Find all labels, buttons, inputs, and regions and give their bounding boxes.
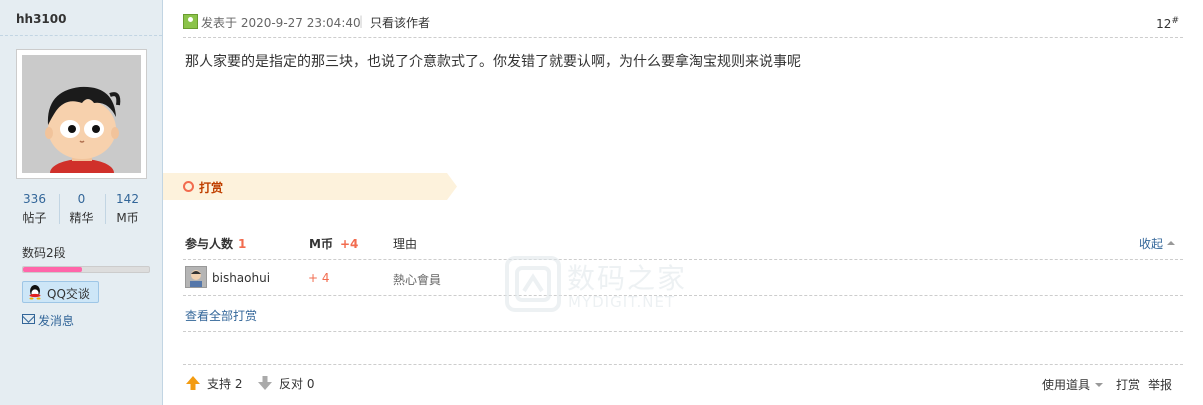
online-status-icon xyxy=(183,14,198,29)
reason-header: 理由 xyxy=(393,237,418,251)
stat-coins-value: 142 xyxy=(116,192,139,206)
qq-icon xyxy=(29,285,41,300)
author-sidebar: hh3100 336 帖子 0 精华 142 M币 数码2段 QQ交谈 发消息 xyxy=(0,0,163,405)
reward-ring-icon xyxy=(183,181,194,192)
stat-digest-value: 0 xyxy=(77,192,86,206)
user-rank[interactable]: 数码2段 xyxy=(22,244,66,261)
coin-label: M币 xyxy=(309,237,333,251)
stat-posts-label: 帖子 xyxy=(22,211,47,225)
stat-coins-label: M币 xyxy=(116,211,139,225)
watermark-logo-icon xyxy=(505,256,561,312)
coin-header: M币 +4 xyxy=(309,235,358,252)
stat-digest[interactable]: 0 精华 xyxy=(59,192,104,226)
arrow-down-icon xyxy=(258,376,272,390)
report-button[interactable]: 举报 xyxy=(1148,376,1172,393)
participants-header: 参与人数 1 xyxy=(185,235,246,252)
watermark-en: MYDIGIT.NET xyxy=(568,293,676,311)
chevron-up-icon xyxy=(1167,241,1175,245)
rater-name[interactable]: bishaohui xyxy=(212,271,270,285)
watermark-cn: 数码之家 xyxy=(567,262,688,295)
qq-chat-button[interactable]: QQ交谈 xyxy=(22,281,99,303)
divider xyxy=(183,331,1183,332)
stat-coins[interactable]: 142 M币 xyxy=(105,192,150,226)
stat-digest-label: 精华 xyxy=(69,211,94,225)
author-stats: 336 帖子 0 精华 142 M币 xyxy=(0,192,162,232)
floor-number-value: 12 xyxy=(1156,17,1172,31)
participants-count: 1 xyxy=(238,237,247,251)
rank-progress-fill xyxy=(23,267,83,272)
oppose-label: 反对 0 xyxy=(279,377,315,391)
mail-icon xyxy=(22,314,35,324)
arrow-up-icon xyxy=(186,376,200,390)
chevron-down-icon xyxy=(1095,383,1104,387)
post-time: 发表于 2020-9-27 23:04:40 xyxy=(201,16,361,30)
reward-banner: 打赏 xyxy=(163,173,457,200)
use-tools-menu[interactable]: 使用道具 xyxy=(1042,376,1104,393)
send-message-label: 发消息 xyxy=(38,314,75,328)
coin-total: +4 xyxy=(339,237,359,251)
use-tools-label: 使用道具 xyxy=(1042,378,1091,392)
post-main: 发表于 2020-9-27 23:04:40 | 只看该作者 12# 那人家要的… xyxy=(163,0,1203,405)
stat-posts-value: 336 xyxy=(23,192,46,206)
rater-points: + 4 xyxy=(308,271,330,285)
support-label: 支持 2 xyxy=(207,377,243,391)
oppose-button[interactable]: 反对 0 xyxy=(257,375,314,392)
post-content: 那人家要的是指定的那三块，也说了介意款式了。你发错了就要认啊，为什么要拿淘宝规则… xyxy=(185,54,801,70)
avatar[interactable] xyxy=(16,49,147,179)
support-button[interactable]: 支持 2 xyxy=(185,375,242,392)
only-author-link[interactable]: 只看该作者 xyxy=(370,14,430,31)
post-header: 发表于 2020-9-27 23:04:40 | 只看该作者 12# xyxy=(183,0,1183,38)
site-watermark: 数码之家 MYDIGIT.NET xyxy=(504,253,700,315)
header-divider: | xyxy=(359,14,364,28)
rater-avatar[interactable] xyxy=(185,266,207,288)
stat-posts[interactable]: 336 帖子 xyxy=(12,192,57,226)
divider xyxy=(183,364,1183,365)
reward-title: 打赏 xyxy=(183,179,223,196)
send-message-link[interactable]: 发消息 xyxy=(22,312,74,329)
rater-reason: 熱心會員 xyxy=(393,273,442,287)
qq-chat-label: QQ交谈 xyxy=(47,287,90,301)
avatar-image xyxy=(22,55,141,173)
floor-mark: # xyxy=(1171,16,1179,26)
rank-progress-bar xyxy=(22,266,150,273)
collapse-button[interactable]: 收起 xyxy=(1139,235,1175,252)
view-all-rewards-link[interactable]: 查看全部打赏 xyxy=(185,307,257,324)
tip-button[interactable]: 打赏 xyxy=(1116,376,1140,393)
participants-label: 参与人数 xyxy=(185,237,234,251)
collapse-label: 收起 xyxy=(1138,237,1163,251)
reward-title-text: 打赏 xyxy=(199,181,224,195)
floor-number[interactable]: 12# xyxy=(1156,16,1179,31)
author-name[interactable]: hh3100 xyxy=(0,0,162,36)
